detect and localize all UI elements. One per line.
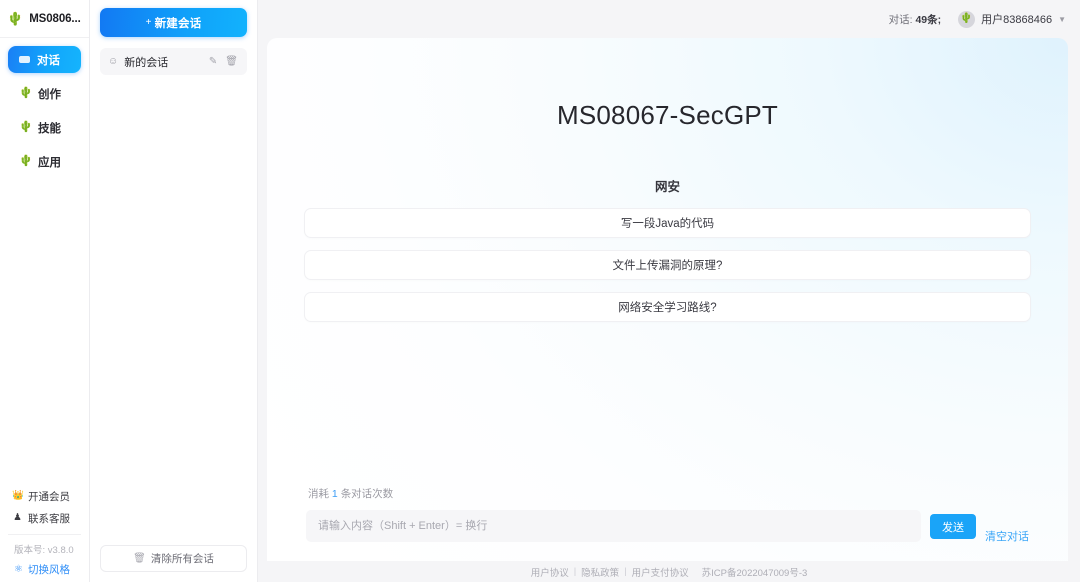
contact-support-button[interactable]: ♟ 联系客服 <box>8 507 81 529</box>
cactus-icon: 🌵 <box>7 11 24 26</box>
conversation-item[interactable]: ☺ 新的会话 ✎ 🗑 <box>100 48 247 75</box>
footer-separator: | <box>573 566 577 577</box>
plus-icon: + <box>145 17 152 28</box>
clear-all-conversations-button[interactable]: 🗑 清除所有会话 <box>100 545 247 572</box>
quota-label: 消耗 1 条对话次数 <box>306 486 1029 501</box>
brand-name: MS0806... <box>29 12 81 25</box>
new-chat-label: 新建会话 <box>154 17 202 30</box>
conversation-count: 对话: 49条; <box>889 12 942 27</box>
sidebar-item-label: 创作 <box>38 88 61 101</box>
sidebar-item-label: 技能 <box>38 122 61 135</box>
quota-prefix: 消耗 <box>308 488 329 500</box>
chevron-down-icon: ▼ <box>1058 14 1066 24</box>
page-title: MS08067-SecGPT <box>556 100 778 130</box>
speech-bubble-icon: ☺ <box>108 55 119 67</box>
left-rail: 🌵 MS0806... 对话 🌵 创作 🌵 技能 🌵 应用 👑 开通会员 ♟ 联… <box>0 0 90 582</box>
conversation-count-prefix: 对话: <box>888 13 913 26</box>
trash-icon: 🗑 <box>133 553 146 564</box>
contact-support-label: 联系客服 <box>28 512 70 525</box>
trash-icon[interactable]: 🗑 <box>225 56 238 67</box>
input-wrapper <box>306 510 921 547</box>
brand-header: 🌵 MS0806... <box>0 0 89 38</box>
hero-section: MS08067-SecGPT <box>267 38 1068 131</box>
sidebar-item-chat[interactable]: 对话 <box>8 46 81 73</box>
suggestions-heading: 网安 <box>654 180 680 194</box>
footer-icp: 苏ICP备2022047009号-3 <box>701 567 808 579</box>
footer-separator: | <box>624 566 627 577</box>
sidebar-item-create[interactable]: 🌵 创作 <box>8 80 81 107</box>
cactus-icon: 🌵 <box>19 87 33 99</box>
footer-link-privacy[interactable]: 隐私政策 <box>581 565 619 579</box>
palette-icon: ⚛ <box>14 563 23 575</box>
conversation-title: 新的会话 <box>124 56 169 69</box>
sidebar-item-skills[interactable]: 🌵 技能 <box>8 114 81 141</box>
cactus-icon: 🌵 <box>19 121 33 133</box>
send-button[interactable]: 发送 <box>930 514 976 539</box>
conversation-list-panel: + 新建会话 ☺ 新的会话 ✎ 🗑 🗑 清除所有会话 <box>90 0 258 582</box>
footer-link-terms[interactable]: 用户协议 <box>531 565 569 579</box>
username-label: 用户83868466 <box>981 14 1053 26</box>
quota-suffix: 条对话次数 <box>340 488 394 500</box>
chat-panel: MS08067-SecGPT 网安 写一段Java的代码 文件上传漏洞的原理? … <box>267 38 1068 561</box>
suggestion-card[interactable]: 写一段Java的代码 <box>304 208 1031 238</box>
switch-theme-button[interactable]: ⚛ 切换风格 <box>8 562 81 582</box>
version-label: 版本号: v3.8.0 <box>8 534 81 562</box>
sidebar-item-apps[interactable]: 🌵 应用 <box>8 148 81 175</box>
switch-theme-label: 切换风格 <box>27 564 70 576</box>
conversation-count-value: 49条; <box>915 13 942 26</box>
message-input[interactable] <box>306 510 921 542</box>
composer: 消耗 1 条对话次数 发送 清空对话 <box>267 486 1068 561</box>
rail-bottom-section: 👑 开通会员 ♟ 联系客服 版本号: v3.8.0 ⚛ 切换风格 <box>0 485 89 582</box>
clear-conversation-link[interactable]: 清空对话 <box>985 528 1029 544</box>
footer: 用户协议 | 隐私政策 | 用户支付协议 苏ICP备2022047009号-3 <box>258 561 1080 582</box>
conversation-actions: ✎ 🗑 <box>209 56 238 67</box>
sidebar-item-label: 对话 <box>37 54 60 67</box>
composer-row: 发送 清空对话 <box>306 510 1029 547</box>
quota-number: 1 <box>331 488 338 500</box>
open-membership-label: 开通会员 <box>28 490 70 503</box>
sidebar-item-label: 应用 <box>38 156 61 169</box>
suggestion-card[interactable]: 网络安全学习路线? <box>304 292 1031 322</box>
crown-icon: 👑 <box>12 490 24 502</box>
app-root: 🌵 MS0806... 对话 🌵 创作 🌵 技能 🌵 应用 👑 开通会员 ♟ 联… <box>0 0 1080 582</box>
suggestions-section: 网安 写一段Java的代码 文件上传漏洞的原理? 网络安全学习路线? <box>304 176 1031 334</box>
top-bar: 对话: 49条; 🌵 用户83868466 ▼ <box>258 0 1080 38</box>
footer-link-payment[interactable]: 用户支付协议 <box>632 565 689 579</box>
main-column: 对话: 49条; 🌵 用户83868466 ▼ MS08067-SecGPT 网… <box>258 0 1080 582</box>
open-membership-button[interactable]: 👑 开通会员 <box>8 485 81 507</box>
suggestion-card[interactable]: 文件上传漏洞的原理? <box>304 250 1031 280</box>
headset-icon: ♟ <box>13 512 22 524</box>
cactus-icon: 🌵 <box>19 155 33 167</box>
primary-nav: 对话 🌵 创作 🌵 技能 🌵 应用 <box>0 38 89 175</box>
clear-all-label: 清除所有会话 <box>150 553 214 565</box>
new-chat-button[interactable]: + 新建会话 <box>100 8 247 37</box>
pencil-icon[interactable]: ✎ <box>209 56 217 67</box>
chat-icon <box>19 56 30 63</box>
user-menu[interactable]: 🌵 用户83868466 ▼ <box>958 10 1066 28</box>
avatar: 🌵 <box>958 10 976 28</box>
